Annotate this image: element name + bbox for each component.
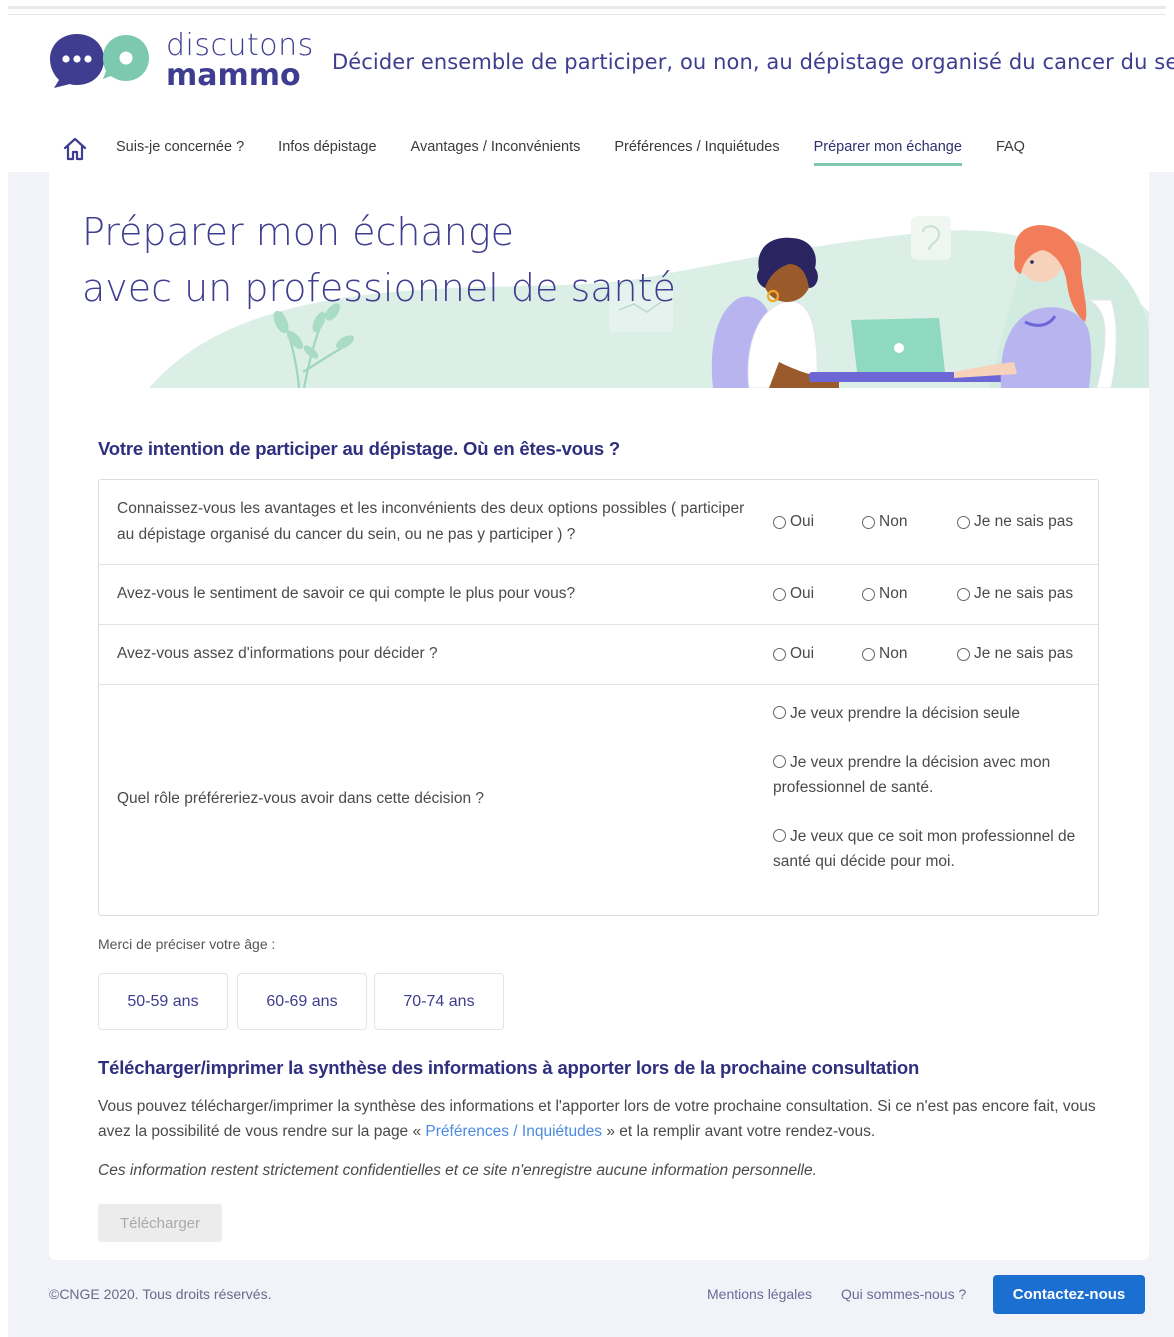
radio-icon[interactable]: [862, 647, 875, 661]
age-button-60-69[interactable]: 60-69 ans: [237, 973, 367, 1030]
nav-item-avantages[interactable]: Avantages / Inconvénients: [411, 134, 581, 163]
main-nav: Suis-je concernée ? Infos dépistage Avan…: [60, 134, 1059, 170]
option-oui[interactable]: Oui: [773, 585, 814, 603]
role-question-text: Quel rôle préféreriez-vous avoir dans ce…: [117, 790, 485, 807]
option-label: Je ne sais pas: [974, 645, 1074, 662]
role-option-label: Je veux prendre la décision seule: [790, 705, 1021, 722]
preferences-link[interactable]: Préférences / Inquiétudes: [425, 1123, 602, 1140]
chat-bubble-secondary-icon: [103, 35, 149, 81]
option-oui[interactable]: Oui: [773, 513, 814, 531]
site-tagline: Décider ensemble de participer, ou non, …: [332, 50, 1174, 74]
mentions-legales-link[interactable]: Mentions légales: [707, 1286, 812, 1302]
option-je-ne-sais-pas[interactable]: Je ne sais pas: [957, 513, 1073, 531]
download-section-title: Télécharger/imprimer la synthèse des inf…: [98, 1057, 920, 1078]
option-label: Oui: [790, 513, 815, 530]
option-label: Oui: [790, 585, 815, 602]
nav-item-preparer-echange[interactable]: Préparer mon échange: [813, 134, 962, 166]
download-paragraph: Vous pouvez télécharger/imprimer la synt…: [98, 1094, 1098, 1144]
option-label: Oui: [790, 645, 815, 662]
page-title-line-1: Préparer mon échange: [82, 210, 515, 254]
nav-item-concernee[interactable]: Suis-je concernée ?: [116, 134, 244, 163]
option-label: Je ne sais pas: [974, 585, 1074, 602]
question-text: Avez-vous le sentiment de savoir ce qui …: [117, 585, 576, 602]
site-footer: ©CNGE 2020. Tous droits réservés. Mentio…: [0, 1270, 1174, 1320]
option-non[interactable]: Non: [862, 513, 907, 531]
option-label: Je ne sais pas: [974, 513, 1074, 530]
copyright-text: ©CNGE 2020. Tous droits réservés.: [49, 1286, 272, 1302]
intention-questions-table: Connaissez-vous les avantages et les inc…: [98, 479, 1099, 916]
radio-icon[interactable]: [862, 515, 875, 529]
question-row: Avez-vous assez d'informations pour déci…: [99, 625, 1098, 685]
radio-icon[interactable]: [773, 647, 786, 661]
option-oui[interactable]: Oui: [773, 645, 814, 663]
role-option-label: Je veux prendre la décision avec mon pro…: [773, 754, 1051, 796]
radio-icon[interactable]: [773, 587, 786, 601]
role-question-row: Quel rôle préféreriez-vous avoir dans ce…: [99, 685, 1098, 915]
radio-icon[interactable]: [957, 587, 970, 601]
home-icon[interactable]: [60, 136, 90, 162]
radio-icon[interactable]: [773, 755, 786, 768]
qui-sommes-nous-link[interactable]: Qui sommes-nous ?: [841, 1286, 966, 1302]
age-button-50-59[interactable]: 50-59 ans: [98, 973, 228, 1030]
question-text: Avez-vous assez d'informations pour déci…: [117, 645, 438, 662]
option-label: Non: [879, 585, 908, 602]
age-button-70-74[interactable]: 70-74 ans: [374, 973, 504, 1030]
site-logo[interactable]: discutons mammo: [48, 28, 313, 93]
question-row: Connaissez-vous les avantages et les inc…: [99, 480, 1098, 565]
page-title: Préparer mon échange avec un professionn…: [82, 204, 676, 316]
page-title-line-2: avec un professionnel de santé: [82, 266, 676, 310]
option-non[interactable]: Non: [862, 645, 907, 663]
confidentiality-note: Ces information restent strictement conf…: [98, 1162, 817, 1179]
intention-section-title: Votre intention de participer au dépista…: [98, 438, 620, 459]
download-paragraph-text-end: » et la remplir avant votre rendez-vous.: [602, 1123, 876, 1140]
logo-word-mammo: mammo: [166, 58, 301, 93]
contact-button[interactable]: Contactez-nous: [993, 1275, 1145, 1314]
role-option-avec-professionnel[interactable]: Je veux prendre la décision avec mon pro…: [773, 750, 1088, 800]
option-non[interactable]: Non: [862, 585, 907, 603]
role-option-professionnel-decide[interactable]: Je veux que ce soit mon professionnel de…: [773, 824, 1078, 874]
radio-icon[interactable]: [773, 829, 786, 842]
radio-icon[interactable]: [862, 587, 875, 601]
question-text: Connaissez-vous les avantages et les inc…: [117, 500, 745, 543]
radio-icon[interactable]: [957, 647, 970, 661]
radio-icon[interactable]: [957, 515, 970, 529]
main-card: Préparer mon échange avec un professionn…: [49, 172, 1149, 1260]
age-label: Merci de préciser votre âge :: [98, 936, 276, 952]
hero-banner: Préparer mon échange avec un professionn…: [49, 172, 1149, 388]
nav-item-infos-depistage[interactable]: Infos dépistage: [278, 134, 376, 163]
role-option-seule[interactable]: Je veux prendre la décision seule: [773, 701, 1093, 726]
option-label: Non: [879, 513, 908, 530]
option-je-ne-sais-pas[interactable]: Je ne sais pas: [957, 585, 1073, 603]
download-button[interactable]: Télécharger: [98, 1204, 222, 1242]
role-option-label: Je veux que ce soit mon professionnel de…: [773, 828, 1076, 870]
site-header: discutons mammo Décider ensemble de part…: [0, 0, 1174, 172]
question-row: Avez-vous le sentiment de savoir ce qui …: [99, 565, 1098, 625]
radio-icon[interactable]: [773, 706, 786, 719]
nav-item-preferences[interactable]: Préférences / Inquiétudes: [614, 134, 779, 163]
option-je-ne-sais-pas[interactable]: Je ne sais pas: [957, 645, 1073, 663]
option-label: Non: [879, 645, 908, 662]
nav-item-faq[interactable]: FAQ: [996, 134, 1025, 163]
radio-icon[interactable]: [773, 515, 786, 529]
